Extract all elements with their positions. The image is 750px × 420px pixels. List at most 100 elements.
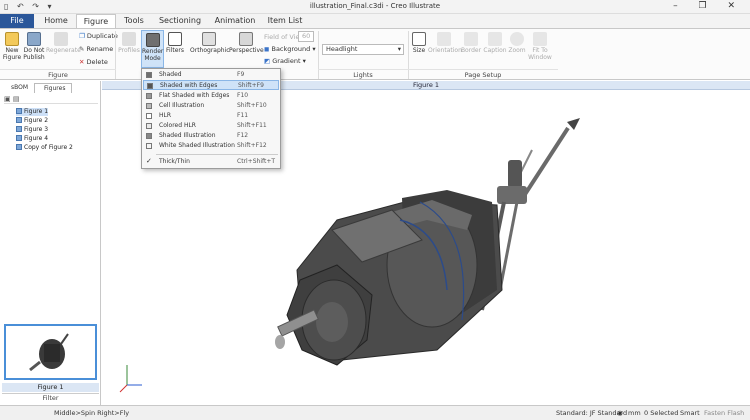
tab-sectioning[interactable]: Sectioning	[152, 14, 208, 28]
tab-home[interactable]: Home	[36, 14, 76, 28]
menu-item-white-shaded-illustration[interactable]: White Shaded Illustration Shift+F12	[143, 141, 279, 151]
tab-animation[interactable]: Animation	[208, 14, 262, 28]
menu-item-flat-shaded-with-edges[interactable]: Flat Shaded with Edges F10	[143, 91, 279, 101]
figure-list-item[interactable]: Figure 1	[16, 108, 49, 116]
menu-separator	[156, 154, 278, 155]
menu-item-shortcut: Shift+F11	[237, 122, 267, 129]
tab-tools[interactable]: Tools	[116, 14, 152, 28]
menu-item-shortcut: Shift+F10	[237, 102, 267, 109]
filters-button[interactable]: Filters	[165, 32, 185, 54]
menu-item-label: White Shaded Illustration	[159, 142, 235, 149]
background-label: Background	[271, 45, 311, 53]
border-label: Border	[460, 47, 482, 54]
new-figure-button[interactable]: New Figure	[2, 32, 22, 61]
panel-toolbar-icons[interactable]: ▣ ▤	[4, 95, 98, 104]
orthographic-cube-icon	[202, 32, 216, 46]
figure-icon	[16, 144, 22, 150]
size-button[interactable]: Size	[410, 32, 428, 54]
profiles-icon	[122, 32, 136, 46]
tab-item-list[interactable]: Item List	[262, 14, 308, 28]
shaded-with-edges-icon	[147, 83, 153, 89]
regenerate-label: Regenerate	[46, 47, 81, 54]
profiles-button[interactable]: Profiles	[118, 32, 140, 54]
menu-item-hlr[interactable]: HLR F11	[143, 111, 279, 121]
status-extra: Fasten Flash	[704, 409, 745, 417]
orientation-button[interactable]: Orientation	[428, 32, 462, 54]
background-dropdown[interactable]: ◼ Background ▾	[264, 45, 316, 53]
regenerate-icon	[54, 32, 68, 46]
regenerate-button[interactable]: Regenerate	[46, 32, 81, 54]
selected-count: 0 Selected	[644, 409, 679, 417]
page-size-icon	[412, 32, 426, 46]
menu-item-cell-illustration[interactable]: Cell Illustration Shift+F10	[143, 101, 279, 111]
background-icon: ◼	[264, 45, 270, 53]
duplicate-icon: ❐	[79, 32, 85, 40]
figure-icon	[16, 135, 22, 141]
menu-item-thick-thin[interactable]: ✓ Thick/Thin Ctrl+Shift+T	[143, 157, 279, 167]
panel-tab-sbom[interactable]: sBOM	[2, 83, 34, 93]
panel-tab-figures[interactable]: Figures	[34, 83, 72, 93]
group-label-figure: Figure	[0, 69, 116, 79]
caption-button[interactable]: Caption	[483, 32, 507, 54]
menu-item-shortcut: Shift+F9	[238, 82, 264, 89]
group-label-lights: Lights	[318, 69, 408, 79]
delete-button[interactable]: ✕ Delete	[79, 58, 108, 66]
menu-item-label: Colored HLR	[159, 122, 196, 129]
profiles-label: Profiles	[118, 47, 140, 54]
tab-file[interactable]: File	[0, 14, 34, 28]
field-of-view-input[interactable]: 60	[298, 31, 314, 42]
figure-icon	[16, 117, 22, 123]
lights-select[interactable]: Headlight ▾	[322, 44, 404, 55]
figure-name: Figure 1	[24, 108, 49, 115]
render-mode-menu: Shaded F9 Shaded with Edges Shift+F9 Fla…	[141, 68, 281, 169]
do-not-publish-label: Do Not Publish	[23, 47, 45, 61]
rename-label: Rename	[86, 45, 114, 53]
figure-thumbnail[interactable]	[4, 324, 97, 380]
units-indicator[interactable]: mm	[628, 409, 641, 417]
figures-panel: sBOM Figures ▣ ▤ Figure 1 Figure 2 Figur…	[0, 81, 101, 405]
shaded-illustration-icon	[146, 133, 152, 139]
fit-to-window-icon	[533, 32, 547, 46]
do-not-publish-button[interactable]: Do Not Publish	[22, 32, 46, 61]
duplicate-button[interactable]: ❐ Duplicate	[79, 32, 118, 40]
panel-tab-sbom-label: sBOM	[11, 84, 29, 91]
menu-item-shaded-with-edges[interactable]: Shaded with Edges Shift+F9	[143, 80, 279, 90]
orthographic-button[interactable]: Orthographic	[190, 32, 230, 54]
smart-filter[interactable]: Smart	[680, 409, 700, 417]
menu-item-shortcut: F12	[237, 132, 249, 139]
do-not-publish-icon	[27, 32, 41, 46]
figure-list-item[interactable]: Figure 2	[16, 117, 48, 125]
menu-item-shortcut: F11	[237, 112, 249, 119]
orthographic-label: Orthographic	[190, 47, 230, 54]
tab-figure[interactable]: Figure	[76, 14, 116, 28]
filter-funnel-icon	[168, 32, 182, 46]
figure-list-item[interactable]: Copy of Figure 2	[16, 144, 73, 152]
menu-item-shaded-illustration[interactable]: Shaded Illustration F12	[143, 131, 279, 141]
gradient-dropdown[interactable]: ◩ Gradient ▾	[264, 57, 306, 65]
zoom-label: Zoom	[508, 47, 526, 54]
menu-item-shaded[interactable]: Shaded F9	[143, 70, 279, 80]
border-button[interactable]: Border	[460, 32, 482, 54]
rename-button[interactable]: ✎ Rename	[79, 45, 113, 53]
fit-to-window-button[interactable]: Fit To Window	[528, 32, 552, 61]
perspective-cube-icon	[239, 32, 253, 46]
zoom-button[interactable]: Zoom	[507, 32, 527, 54]
mouse-hint: Middle>Spin Right>Fly	[54, 409, 130, 417]
window-controls[interactable]: – ❐ ✕	[673, 1, 744, 11]
group-label-page-setup: Page Setup	[408, 69, 558, 79]
perspective-button[interactable]: Perspective	[229, 32, 264, 54]
figure-name: Copy of Figure 2	[24, 144, 73, 151]
caption-label: Caption	[483, 47, 507, 54]
menu-item-colored-hlr[interactable]: Colored HLR Shift+F11	[143, 121, 279, 131]
filter-label[interactable]: Filter	[2, 393, 99, 403]
filters-label: Filters	[166, 47, 184, 54]
figure-list-item[interactable]: Figure 4	[16, 135, 48, 143]
render-mode-button[interactable]: Render Mode	[141, 30, 164, 68]
figure-list-item[interactable]: Figure 3	[16, 126, 48, 134]
colored-hlr-icon	[146, 123, 152, 129]
fit-to-window-label: Fit To Window	[528, 47, 552, 61]
figure-name: Figure 3	[24, 126, 49, 133]
units-icon: ◉	[617, 409, 623, 417]
orientation-icon	[437, 32, 451, 46]
flat-shaded-icon	[146, 93, 152, 99]
